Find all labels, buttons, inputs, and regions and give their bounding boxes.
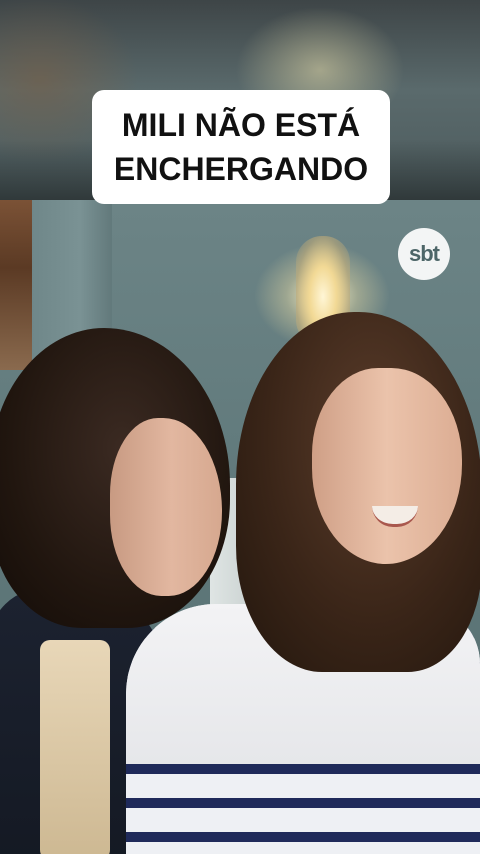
sbt-logo: sbt <box>398 228 450 280</box>
wood-edge <box>0 200 32 370</box>
caption-line-1: MILI NÃO ESTÁ <box>121 107 361 143</box>
caption-box: MILI NÃO ESTÁ ENCHERGANDO <box>92 90 390 204</box>
video-screen[interactable]: sbt MILI NÃO ESTÁ ENCHERGANDO <box>0 0 480 854</box>
caption-line-2: ENCHERGANDO <box>113 151 369 187</box>
video-frame[interactable] <box>0 200 480 854</box>
sbt-logo-text: sbt <box>409 241 440 266</box>
right-person-face <box>312 368 462 564</box>
left-person-shirt <box>40 640 110 854</box>
